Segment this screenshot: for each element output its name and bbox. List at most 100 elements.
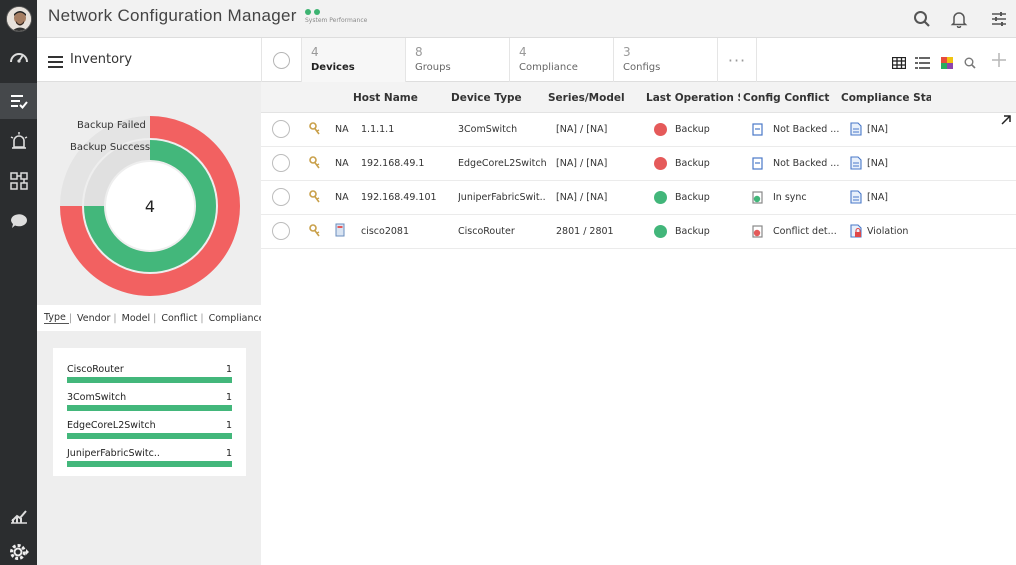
more-tabs-button[interactable]: ···	[717, 38, 757, 82]
bell-icon	[950, 12, 968, 29]
series-model-cell: 2801 / 2801	[556, 226, 614, 237]
filter-conflict[interactable]: Conflict	[161, 313, 200, 324]
column-header-compliance[interactable]: Compliance Statu	[841, 92, 931, 104]
config-conflict-cell: In sync	[773, 192, 807, 203]
tab-count: 4	[311, 45, 319, 59]
tab-label: Configs	[623, 62, 661, 73]
table-row[interactable]: NA 192.168.49.101 JuniperFabricSwit... […	[261, 181, 1016, 215]
column-header-series-model[interactable]: Series/Model	[548, 92, 640, 104]
device-key-icon	[309, 224, 320, 237]
tab-devices[interactable]: 4 Devices	[301, 38, 405, 82]
success-status-icon	[654, 191, 667, 204]
dashboard-nav[interactable]	[0, 40, 37, 76]
host-name-cell[interactable]: 1.1.1.1	[361, 124, 446, 135]
config-conflict-cell: Not Backed ...	[773, 158, 840, 169]
inventory-nav[interactable]	[0, 83, 37, 119]
menu-button[interactable]	[48, 53, 63, 72]
bar-value: 1	[225, 448, 232, 459]
system-performance-label: System Performance	[305, 17, 368, 24]
app-window: Network Configuration Manager System Per…	[0, 0, 1016, 565]
row-prefix: NA	[335, 124, 349, 135]
tab-groups[interactable]: 8 Groups	[405, 38, 509, 82]
messages-nav[interactable]	[0, 203, 37, 239]
settings-sliders-button[interactable]	[990, 10, 1008, 28]
in-sync-icon	[752, 191, 763, 204]
router-device-icon	[335, 223, 345, 237]
system-performance-indicator[interactable]: System Performance	[305, 9, 367, 24]
tab-compliance[interactable]: 4 Compliance	[509, 38, 613, 82]
table-row[interactable]: NA 1.1.1.1 3ComSwitch [NA] / [NA] Backup…	[261, 113, 1016, 147]
table-row[interactable]: NA 192.168.49.1 EdgeCoreL2Switch [NA] / …	[261, 147, 1016, 181]
column-header-host-name[interactable]: Host Name	[353, 92, 443, 104]
hamburger-icon	[48, 56, 63, 68]
backup-failed-label: Backup Failed	[77, 120, 146, 131]
compliance-cell: [NA]	[867, 158, 889, 169]
host-name-cell[interactable]: 192.168.49.101	[361, 192, 446, 203]
filter-compliance[interactable]: Compliance	[209, 313, 268, 324]
gear-icon	[9, 544, 29, 560]
bar-label: CiscoRouter	[67, 364, 124, 375]
row-checkbox[interactable]	[272, 154, 290, 172]
bar-label: EdgeCoreL2Switch	[67, 420, 156, 431]
device-type-cell: EdgeCoreL2Switch	[458, 158, 546, 169]
inventory-tabs: 4 Devices 8 Groups 4 Compliance 3 Config…	[261, 38, 757, 82]
tab-label: Groups	[415, 62, 451, 73]
row-checkbox[interactable]	[272, 120, 290, 138]
bar-label: 3ComSwitch	[67, 392, 127, 403]
filter-type[interactable]: Type	[44, 312, 69, 324]
avatar[interactable]	[6, 6, 32, 32]
heatmap-view-button[interactable]	[941, 54, 953, 73]
devices-table: Host Name Device Type Series/Model Last …	[261, 82, 1016, 565]
filter-model[interactable]: Model	[122, 313, 154, 324]
grid-view-button[interactable]	[891, 54, 907, 73]
bar-item[interactable]: CiscoRouter 1	[67, 364, 232, 383]
filter-vendor[interactable]: Vendor	[77, 313, 113, 324]
expand-arrow-icon[interactable]	[1000, 114, 1012, 126]
topology-nav[interactable]	[0, 163, 37, 199]
column-header-config-conflict[interactable]: Config Conflict	[743, 92, 837, 104]
violation-lock-icon	[850, 224, 862, 238]
status-dot	[305, 9, 311, 15]
device-type-bars: CiscoRouter 1 3ComSwitch 1 EdgeCoreL2Switc…	[53, 348, 246, 476]
column-header-last-operation[interactable]: Last Operation St	[646, 92, 740, 104]
host-name-cell[interactable]: cisco2081	[361, 226, 446, 237]
bar-fill	[67, 405, 232, 411]
topology-icon	[9, 172, 28, 190]
search-button[interactable]	[913, 10, 931, 28]
admin-settings-nav[interactable]	[0, 534, 37, 565]
not-backed-icon	[752, 157, 763, 170]
bar-value: 1	[225, 364, 232, 375]
reports-nav[interactable]	[0, 498, 37, 534]
top-header: Network Configuration Manager System Per…	[37, 0, 1016, 38]
table-row[interactable]: cisco2081 CiscoRouter 2801 / 2801 Backup…	[261, 215, 1016, 249]
device-key-icon	[309, 190, 320, 203]
add-device-button[interactable]	[991, 52, 1007, 72]
list-view-button[interactable]	[915, 54, 930, 73]
page-title: Inventory	[70, 52, 133, 67]
bar-item[interactable]: EdgeCoreL2Switch 1	[67, 420, 232, 439]
row-checkbox[interactable]	[272, 188, 290, 206]
notifications-button[interactable]	[950, 10, 968, 29]
donut-center-value: 4	[145, 197, 155, 216]
row-checkbox[interactable]	[272, 222, 290, 240]
bar-item[interactable]: 3ComSwitch 1	[67, 392, 232, 411]
alarms-nav[interactable]	[0, 123, 37, 159]
summary-panel: 4 Backup Failed Backup Success Type | Ven…	[37, 82, 265, 565]
bar-value: 1	[225, 420, 232, 431]
last-operation-cell: Backup	[675, 158, 710, 169]
error-status-icon	[654, 157, 667, 170]
table-view-icon	[891, 56, 907, 70]
table-search-button[interactable]	[964, 54, 976, 73]
column-header-device-type[interactable]: Device Type	[451, 92, 543, 104]
compliance-cell: Violation	[867, 226, 909, 237]
row-prefix: NA	[335, 192, 349, 203]
compliance-cell: [NA]	[867, 124, 889, 135]
select-all-checkbox[interactable]	[261, 38, 301, 82]
tab-configs[interactable]: 3 Configs	[613, 38, 717, 82]
bar-fill	[67, 377, 232, 383]
reports-chart-icon	[10, 510, 27, 524]
doc-icon	[850, 190, 862, 204]
bar-item[interactable]: JuniperFabricSwitc.. 1	[67, 448, 232, 467]
host-name-cell[interactable]: 192.168.49.1	[361, 158, 446, 169]
sliders-icon	[992, 12, 1006, 26]
